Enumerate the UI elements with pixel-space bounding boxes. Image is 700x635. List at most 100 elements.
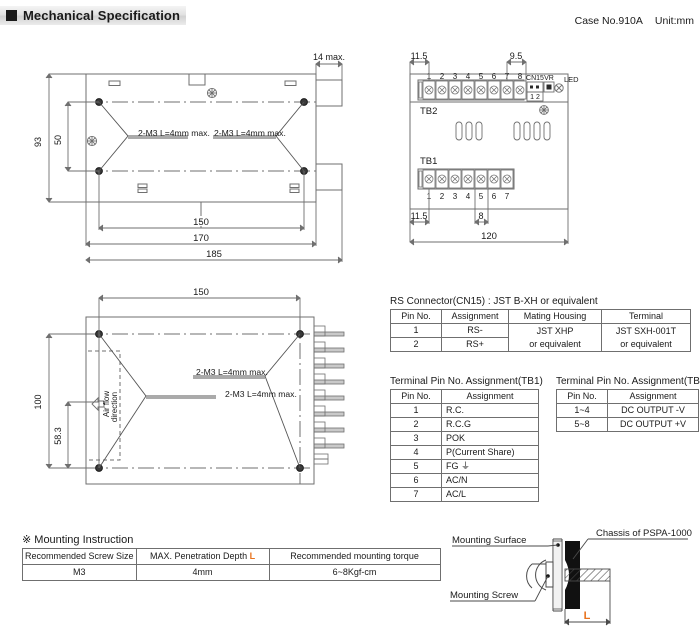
col-pin-no: Pin No.: [556, 389, 608, 404]
col-penetration-depth-text: MAX. Penetration Depth: [150, 551, 250, 561]
cell-assignment: R.C.: [441, 403, 539, 418]
cell-assignment: DC OUTPUT -V: [607, 403, 699, 418]
cell-depth: 4mm: [135, 564, 270, 581]
label-tb2: TB2: [420, 106, 437, 117]
table-row: 6 AC/N: [390, 473, 539, 488]
label-cn15-pins: 1 2: [530, 94, 540, 101]
reference-mark-icon: ※: [22, 534, 32, 546]
label-L: L: [584, 610, 591, 622]
dim-50: 50: [53, 135, 63, 145]
table-row: 5~8 DC OUTPUT +V: [556, 417, 699, 432]
tb1-section: Terminal Pin No. Assignment(TB1) Pin No.…: [390, 376, 543, 502]
label-mounting-screw: Mounting Screw: [450, 590, 518, 601]
mounting-instruction-table: Recommended Screw Size MAX. Penetration …: [22, 548, 441, 581]
cell-assignment: R.C.G: [441, 417, 539, 432]
unit-label: Unit:mm: [654, 15, 694, 27]
mounting-instruction-caption: ※ Mounting Instruction: [22, 533, 441, 546]
label-tb1: TB1: [420, 156, 437, 167]
cell-pin: 7: [390, 487, 442, 502]
svg-text:3: 3: [453, 192, 458, 201]
drawing-mounting-cross-section: L Mounting Surface Mounting Screw Chassi…: [440, 512, 698, 632]
page-title: Mechanical Specification: [23, 8, 181, 23]
cell-pin: 1~4: [556, 403, 608, 418]
bullet-square-icon: [6, 10, 17, 21]
dim-93: 93: [33, 137, 43, 147]
cell-pin: 5~8: [556, 417, 608, 432]
rs-connector-caption: RS Connector(CN15) : JST B-XH or equival…: [390, 296, 598, 307]
table-header-row: Pin No. Assignment: [556, 389, 699, 404]
cell-assignment: AC/L: [441, 487, 539, 502]
note-screw-bl-2: 2-M3 L=4mm max.: [196, 367, 268, 377]
svg-text:2: 2: [440, 72, 445, 81]
cell-pin: 4: [390, 445, 442, 460]
table-header-row: Recommended Screw Size MAX. Penetration …: [22, 548, 441, 565]
cell-mating-housing: JST XHP or equivalent: [508, 323, 602, 352]
tb2-section: Terminal Pin No. Assignment(TB2) Pin No.…: [556, 376, 700, 432]
tb2-table: Pin No. Assignment 1~4 DC OUTPUT -V 5~8 DC…: [556, 389, 699, 432]
svg-text:5: 5: [479, 72, 484, 81]
cell-assignment: DC OUTPUT +V: [607, 417, 699, 432]
drawing-bottom-left: 150 100 58.3 2-M3 L=4mm max. 2-M3 L=4mm …: [28, 284, 388, 506]
rs-connector-section: RS Connector(CN15) : JST B-XH or equival…: [390, 296, 691, 352]
col-pin-no: Pin No.: [390, 389, 442, 404]
mounting-instruction-title: Mounting Instruction: [34, 534, 134, 546]
cell-assignment: AC/N: [441, 473, 539, 488]
cell-pin: 1: [390, 323, 442, 338]
terminal-line1: JST SXH-001T: [615, 325, 677, 336]
table-row: 2 R.C.G: [390, 417, 539, 432]
case-info: Case No.910A Unit:mm: [575, 15, 694, 27]
col-assignment: Assignment: [441, 389, 539, 404]
cell-pin: 1: [390, 403, 442, 418]
table-row: 7 AC/L: [390, 487, 539, 502]
dim-150-bottom: 150: [193, 287, 209, 298]
table-row: M3 4mm 6~8Kgf-cm: [22, 564, 441, 581]
cell-assignment: POK: [441, 431, 539, 446]
cell-pin: 6: [390, 473, 442, 488]
label-led: LED: [564, 75, 579, 84]
col-penetration-depth: MAX. Penetration Depth L: [135, 548, 270, 565]
mating-housing-line1: JST XHP: [536, 325, 574, 336]
dim-150: 150: [193, 217, 209, 228]
dim-100: 100: [33, 394, 43, 409]
svg-text:3: 3: [453, 72, 458, 81]
note-screw-left: 2-M3 L=4mm max.: [138, 128, 210, 138]
cell-pin: 5: [390, 459, 442, 474]
svg-text:6: 6: [492, 192, 497, 201]
dim-8: 8: [478, 211, 483, 221]
tb1-caption: Terminal Pin No. Assignment(TB1): [390, 376, 543, 387]
svg-text:7: 7: [505, 192, 510, 201]
note-screw-right: 2-M3 L=4mm max.: [214, 128, 286, 138]
tb1-pin-numbers: 1234 567: [427, 192, 510, 201]
table-row: 1~4 DC OUTPUT -V: [556, 403, 699, 418]
svg-text:8: 8: [518, 72, 523, 81]
terminal-line2: or equivalent: [620, 338, 672, 349]
label-vr: VR: [544, 75, 554, 82]
col-screw-size: Recommended Screw Size: [22, 548, 137, 565]
table-row: 1 R.C.: [390, 403, 539, 418]
dim-9-5: 9.5: [510, 52, 523, 61]
col-pin-no: Pin No.: [390, 309, 442, 324]
cell-terminal: JST SXH-001T or equivalent: [601, 323, 691, 352]
dim-11-5-top: 11.5: [411, 52, 428, 61]
mating-housing-line2: or equivalent: [529, 338, 581, 349]
rs-connector-table: Pin No. Assignment Mating Housing Termin…: [390, 309, 691, 352]
col-torque: Recommended mounting torque: [268, 548, 441, 565]
svg-text:5: 5: [479, 192, 484, 201]
cell-assignment: RS-: [441, 323, 509, 338]
label-chassis: Chassis of PSPA-1000: [596, 528, 692, 539]
col-assignment: Assignment: [607, 389, 699, 404]
dim-58-3: 58.3: [53, 427, 63, 445]
mounting-instruction-section: ※ Mounting Instruction Recommended Screw…: [22, 533, 441, 581]
label-cn15: CN15: [526, 75, 544, 82]
cell-screw-size: M3: [22, 564, 137, 581]
col-assignment: Assignment: [441, 309, 509, 324]
tb2-caption: Terminal Pin No. Assignment(TB2): [556, 376, 700, 387]
svg-text:2: 2: [440, 192, 445, 201]
dim-185: 185: [206, 249, 222, 260]
table-header-row: Pin No. Assignment Mating Housing Termin…: [390, 309, 691, 324]
cell-pin: 2: [390, 417, 442, 432]
label-airflow-2: direction: [110, 392, 119, 422]
dim-14-max: 14 max.: [313, 52, 345, 62]
cell-torque: 6~8Kgf-cm: [268, 564, 441, 581]
table-row: 1 RS- JST XHP or equivalent JST SXH-001T…: [390, 323, 691, 352]
